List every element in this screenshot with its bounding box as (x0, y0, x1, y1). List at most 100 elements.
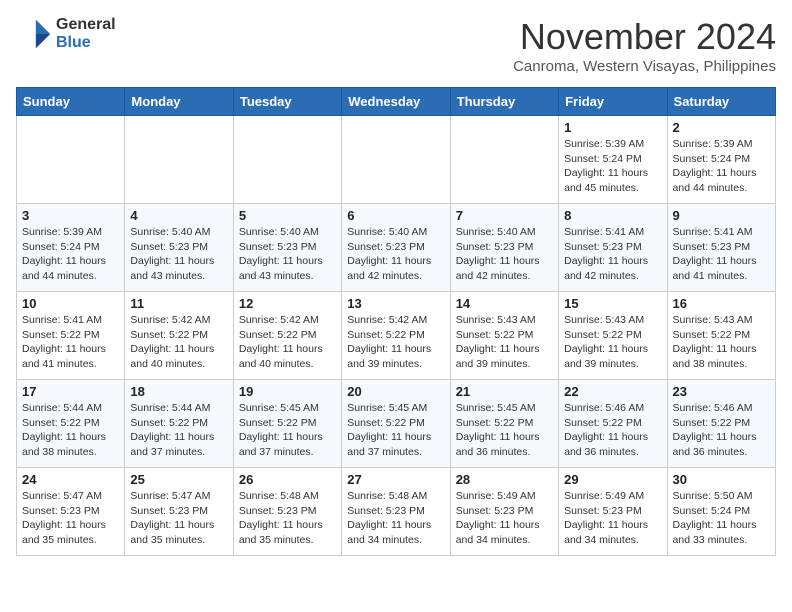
calendar-day-cell: 16Sunrise: 5:43 AM Sunset: 5:22 PM Dayli… (667, 292, 775, 380)
calendar-day-cell: 14 Sunrise: 5:43 AM Sunset: 5:22 PM Dayli… (450, 292, 558, 380)
day-info: Sunrise: 5:43 AM Sunset: 5:22 PM Dayligh… (673, 313, 770, 372)
day-info: Sunrise: 5:39 AM Sunset: 5:24 PM Dayligh… (564, 137, 661, 196)
day-number: 7 (456, 208, 553, 223)
calendar-day-cell: 9 Sunrise: 5:41 AM Sunset: 5:23 PM Daylig… (667, 204, 775, 292)
day-info: Sunrise: 5:43 AM Sunset: 5:22 PM Dayligh… (456, 313, 553, 372)
calendar-day-cell (342, 116, 450, 204)
calendar-day-cell: 20 Sunrise: 5:45 AM Sunset: 5:22 PM Dayli… (342, 380, 450, 468)
weekday-header: Tuesday (233, 88, 341, 116)
calendar-week-row: 3 Sunrise: 5:39 AM Sunset: 5:24 PM Daylig… (17, 204, 776, 292)
day-number: 17 (22, 384, 119, 399)
calendar-day-cell: 17Sunrise: 5:44 AM Sunset: 5:22 PM Dayli… (17, 380, 125, 468)
day-info: Sunrise: 5:42 AM Sunset: 5:22 PM Dayligh… (239, 313, 336, 372)
day-number: 20 (347, 384, 444, 399)
day-info: Sunrise: 5:42 AM Sunset: 5:22 PM Dayligh… (130, 313, 227, 372)
calendar-day-cell (233, 116, 341, 204)
day-info: Sunrise: 5:46 AM Sunset: 5:22 PM Dayligh… (673, 401, 770, 460)
day-info: Sunrise: 5:42 AM Sunset: 5:22 PM Dayligh… (347, 313, 444, 372)
day-number: 11 (130, 296, 227, 311)
day-number: 28 (456, 472, 553, 487)
calendar-week-row: 24Sunrise: 5:47 AM Sunset: 5:23 PM Dayli… (17, 468, 776, 556)
logo-icon (16, 16, 52, 52)
day-number: 2 (673, 120, 770, 135)
day-number: 23 (673, 384, 770, 399)
weekday-header: Friday (559, 88, 667, 116)
logo: General Blue (16, 16, 116, 52)
weekday-header: Monday (125, 88, 233, 116)
calendar-day-cell: 24Sunrise: 5:47 AM Sunset: 5:23 PM Dayli… (17, 468, 125, 556)
calendar-day-cell: 11 Sunrise: 5:42 AM Sunset: 5:22 PM Dayli… (125, 292, 233, 380)
day-info: Sunrise: 5:40 AM Sunset: 5:23 PM Dayligh… (130, 225, 227, 284)
day-number: 21 (456, 384, 553, 399)
day-info: Sunrise: 5:44 AM Sunset: 5:22 PM Dayligh… (130, 401, 227, 460)
calendar-day-cell: 25Sunrise: 5:47 AM Sunset: 5:23 PM Dayli… (125, 468, 233, 556)
day-info: Sunrise: 5:48 AM Sunset: 5:23 PM Dayligh… (347, 489, 444, 548)
calendar-day-cell: 28 Sunrise: 5:49 AM Sunset: 5:23 PM Dayli… (450, 468, 558, 556)
calendar-day-cell: 8 Sunrise: 5:41 AM Sunset: 5:23 PM Daylig… (559, 204, 667, 292)
day-number: 4 (130, 208, 227, 223)
day-info: Sunrise: 5:40 AM Sunset: 5:23 PM Dayligh… (239, 225, 336, 284)
title-block: November 2024 Canroma, Western Visayas, … (513, 16, 776, 75)
day-number: 9 (673, 208, 770, 223)
day-info: Sunrise: 5:41 AM Sunset: 5:23 PM Dayligh… (673, 225, 770, 284)
calendar-day-cell: 26 Sunrise: 5:48 AM Sunset: 5:23 PM Dayli… (233, 468, 341, 556)
calendar-day-cell: 3 Sunrise: 5:39 AM Sunset: 5:24 PM Daylig… (17, 204, 125, 292)
calendar-day-cell (450, 116, 558, 204)
day-info: Sunrise: 5:41 AM Sunset: 5:22 PM Dayligh… (22, 313, 119, 372)
day-number: 3 (22, 208, 119, 223)
logo-general: General (56, 16, 116, 34)
day-info: Sunrise: 5:40 AM Sunset: 5:23 PM Dayligh… (456, 225, 553, 284)
calendar-day-cell: 12 Sunrise: 5:42 AM Sunset: 5:22 PM Dayli… (233, 292, 341, 380)
month-title: November 2024 (513, 16, 776, 58)
weekday-header: Wednesday (342, 88, 450, 116)
calendar-day-cell: 2Sunrise: 5:39 AM Sunset: 5:24 PM Daylig… (667, 116, 775, 204)
day-number: 13 (347, 296, 444, 311)
day-number: 8 (564, 208, 661, 223)
day-info: Sunrise: 5:45 AM Sunset: 5:22 PM Dayligh… (239, 401, 336, 460)
day-number: 27 (347, 472, 444, 487)
day-info: Sunrise: 5:45 AM Sunset: 5:22 PM Dayligh… (456, 401, 553, 460)
calendar-day-cell: 10Sunrise: 5:41 AM Sunset: 5:22 PM Dayli… (17, 292, 125, 380)
calendar-header-row: SundayMondayTuesdayWednesdayThursdayFrid… (17, 88, 776, 116)
calendar-day-cell: 4 Sunrise: 5:40 AM Sunset: 5:23 PM Daylig… (125, 204, 233, 292)
calendar-day-cell: 1 Sunrise: 5:39 AM Sunset: 5:24 PM Daylig… (559, 116, 667, 204)
calendar-day-cell: 22Sunrise: 5:46 AM Sunset: 5:22 PM Dayli… (559, 380, 667, 468)
day-number: 6 (347, 208, 444, 223)
calendar-day-cell: 29Sunrise: 5:49 AM Sunset: 5:23 PM Dayli… (559, 468, 667, 556)
day-number: 12 (239, 296, 336, 311)
day-number: 25 (130, 472, 227, 487)
day-number: 5 (239, 208, 336, 223)
day-number: 18 (130, 384, 227, 399)
day-info: Sunrise: 5:49 AM Sunset: 5:23 PM Dayligh… (564, 489, 661, 548)
day-info: Sunrise: 5:41 AM Sunset: 5:23 PM Dayligh… (564, 225, 661, 284)
calendar-day-cell: 5 Sunrise: 5:40 AM Sunset: 5:23 PM Daylig… (233, 204, 341, 292)
day-info: Sunrise: 5:39 AM Sunset: 5:24 PM Dayligh… (22, 225, 119, 284)
day-info: Sunrise: 5:48 AM Sunset: 5:23 PM Dayligh… (239, 489, 336, 548)
day-info: Sunrise: 5:40 AM Sunset: 5:23 PM Dayligh… (347, 225, 444, 284)
calendar-day-cell: 13 Sunrise: 5:42 AM Sunset: 5:22 PM Dayli… (342, 292, 450, 380)
day-number: 24 (22, 472, 119, 487)
day-info: Sunrise: 5:45 AM Sunset: 5:22 PM Dayligh… (347, 401, 444, 460)
day-info: Sunrise: 5:50 AM Sunset: 5:24 PM Dayligh… (673, 489, 770, 548)
day-number: 15 (564, 296, 661, 311)
day-number: 30 (673, 472, 770, 487)
logo-blue: Blue (56, 34, 116, 52)
calendar-table: SundayMondayTuesdayWednesdayThursdayFrid… (16, 87, 776, 556)
day-number: 26 (239, 472, 336, 487)
day-info: Sunrise: 5:46 AM Sunset: 5:22 PM Dayligh… (564, 401, 661, 460)
location-subtitle: Canroma, Western Visayas, Philippines (513, 58, 776, 75)
calendar-day-cell: 7 Sunrise: 5:40 AM Sunset: 5:23 PM Daylig… (450, 204, 558, 292)
day-info: Sunrise: 5:49 AM Sunset: 5:23 PM Dayligh… (456, 489, 553, 548)
weekday-header: Sunday (17, 88, 125, 116)
calendar-day-cell: 27 Sunrise: 5:48 AM Sunset: 5:23 PM Dayli… (342, 468, 450, 556)
weekday-header: Thursday (450, 88, 558, 116)
day-number: 14 (456, 296, 553, 311)
calendar-day-cell: 30 Sunrise: 5:50 AM Sunset: 5:24 PM Dayli… (667, 468, 775, 556)
day-number: 1 (564, 120, 661, 135)
logo-text: General Blue (56, 16, 116, 51)
day-number: 19 (239, 384, 336, 399)
calendar-week-row: 10Sunrise: 5:41 AM Sunset: 5:22 PM Dayli… (17, 292, 776, 380)
calendar-day-cell (17, 116, 125, 204)
weekday-header: Saturday (667, 88, 775, 116)
calendar-day-cell: 6 Sunrise: 5:40 AM Sunset: 5:23 PM Daylig… (342, 204, 450, 292)
